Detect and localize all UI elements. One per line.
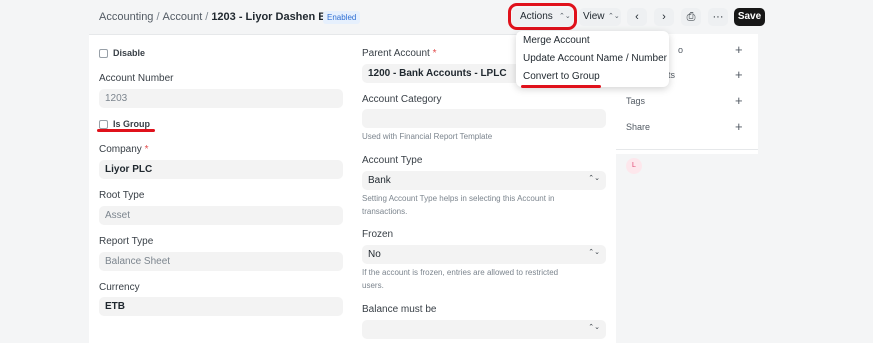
add-share-plus-icon[interactable]: + (735, 120, 743, 133)
next-record-button[interactable]: › (654, 8, 674, 26)
annotation-highlight-box (508, 3, 577, 30)
menu-item-convert-to-group[interactable]: Convert to Group (523, 71, 600, 82)
report-type-label: Report Type (99, 236, 154, 247)
more-options-button[interactable]: ··· (708, 8, 728, 26)
breadcrumb-account-link[interactable]: Account (163, 11, 203, 23)
updown-icon: ⌃⌄ (608, 13, 620, 20)
page-header: Accounting / Account/1203 - Liyor Dashen B… (0, 0, 873, 34)
previous-record-button[interactable]: ‹ (627, 8, 647, 26)
account-type-help-line: transactions. (362, 207, 408, 216)
currency-label: Currency (99, 282, 140, 293)
view-button[interactable]: View ⌃⌄ (579, 8, 621, 26)
sidebar-item-share: Share (626, 122, 651, 132)
menu-item-merge-account[interactable]: Merge Account (523, 35, 590, 46)
frozen-label: Frozen (362, 229, 394, 240)
disable-checkbox[interactable] (99, 49, 108, 58)
root-type-field[interactable]: Asset (99, 206, 343, 225)
updown-icon: ⌃⌄ (588, 175, 600, 182)
breadcrumb-separator: / (205, 11, 209, 23)
frozen-help: If the account is frozen, entries are al… (362, 266, 558, 292)
account-category-help: Used with Financial Report Template (362, 132, 493, 141)
chevron-right-icon: › (662, 11, 666, 23)
ellipsis-icon: ··· (712, 11, 724, 23)
add-tag-plus-icon[interactable]: + (735, 94, 743, 107)
frozen-help-line: users. (362, 281, 384, 290)
balance-must-be-select[interactable]: ⌃⌄ (362, 320, 606, 339)
breadcrumb: Accounting / Account/1203 - Liyor Dashen B… (99, 11, 354, 23)
frozen-select[interactable]: No ⌃⌄ (362, 245, 606, 264)
company-field[interactable]: Liyor PLC (99, 160, 343, 179)
annotation-underline (97, 129, 155, 132)
account-number-field[interactable]: 1203 (99, 89, 343, 108)
disable-label: Disable (113, 48, 146, 58)
parent-account-label: Parent Account * (362, 48, 437, 59)
frozen-help-line: If the account is frozen, entries are al… (362, 268, 559, 277)
report-type-field[interactable]: Balance Sheet (99, 252, 343, 271)
save-button[interactable]: Save (734, 8, 765, 26)
currency-field[interactable]: ETB (99, 297, 343, 316)
sidebar-item-assigned-partial: o (678, 45, 684, 55)
updown-icon: ⌃⌄ (588, 324, 600, 331)
account-type-label: Account Type (362, 155, 423, 166)
account-number-label: Account Number (99, 73, 174, 84)
root-type-label: Root Type (99, 190, 145, 201)
account-type-select[interactable]: Bank ⌃⌄ (362, 171, 606, 190)
updown-icon: ⌃⌄ (588, 249, 600, 256)
account-form-page: Accounting / Account/1203 - Liyor Dashen B… (0, 0, 873, 343)
avatar[interactable]: L (626, 158, 642, 174)
sidebar-divider (616, 149, 758, 150)
account-type-help-line: Setting Account Type helps in selecting … (362, 194, 555, 203)
breadcrumb-separator: / (156, 11, 160, 23)
sidebar-item-tags: Tags (626, 96, 646, 106)
status-badge: Enabled (323, 11, 361, 24)
view-button-label: View (583, 11, 605, 22)
account-category-field[interactable] (362, 109, 606, 128)
sidebar-item-attachments-partial: ts (668, 70, 676, 80)
required-mark: * (432, 48, 437, 59)
account-type-help: Setting Account Type helps in selecting … (362, 192, 554, 218)
menu-item-update-account-name[interactable]: Update Account Name / Number (523, 53, 667, 64)
breadcrumb-accounting-link[interactable]: Accounting (99, 11, 153, 23)
add-attachment-plus-icon[interactable]: + (735, 68, 743, 81)
add-assigned-plus-icon[interactable]: + (735, 43, 743, 56)
company-label-text: Company (99, 144, 142, 155)
print-button[interactable]: ⎙ (681, 8, 701, 26)
printer-icon: ⎙ (686, 11, 696, 23)
annotation-underline (521, 85, 601, 88)
company-label: Company * (99, 144, 149, 155)
actions-dropdown-menu: Merge Account Update Account Name / Numb… (516, 31, 669, 87)
is-group-label: Is Group (113, 119, 151, 129)
balance-must-be-label: Balance must be (362, 304, 437, 315)
required-mark: * (144, 144, 149, 155)
is-group-checkbox[interactable] (99, 120, 108, 129)
frozen-value: No (368, 249, 381, 260)
account-category-label: Account Category (362, 94, 442, 105)
account-type-value: Bank (368, 175, 391, 186)
chevron-left-icon: ‹ (635, 11, 639, 23)
parent-account-label-text: Parent Account (362, 48, 430, 59)
